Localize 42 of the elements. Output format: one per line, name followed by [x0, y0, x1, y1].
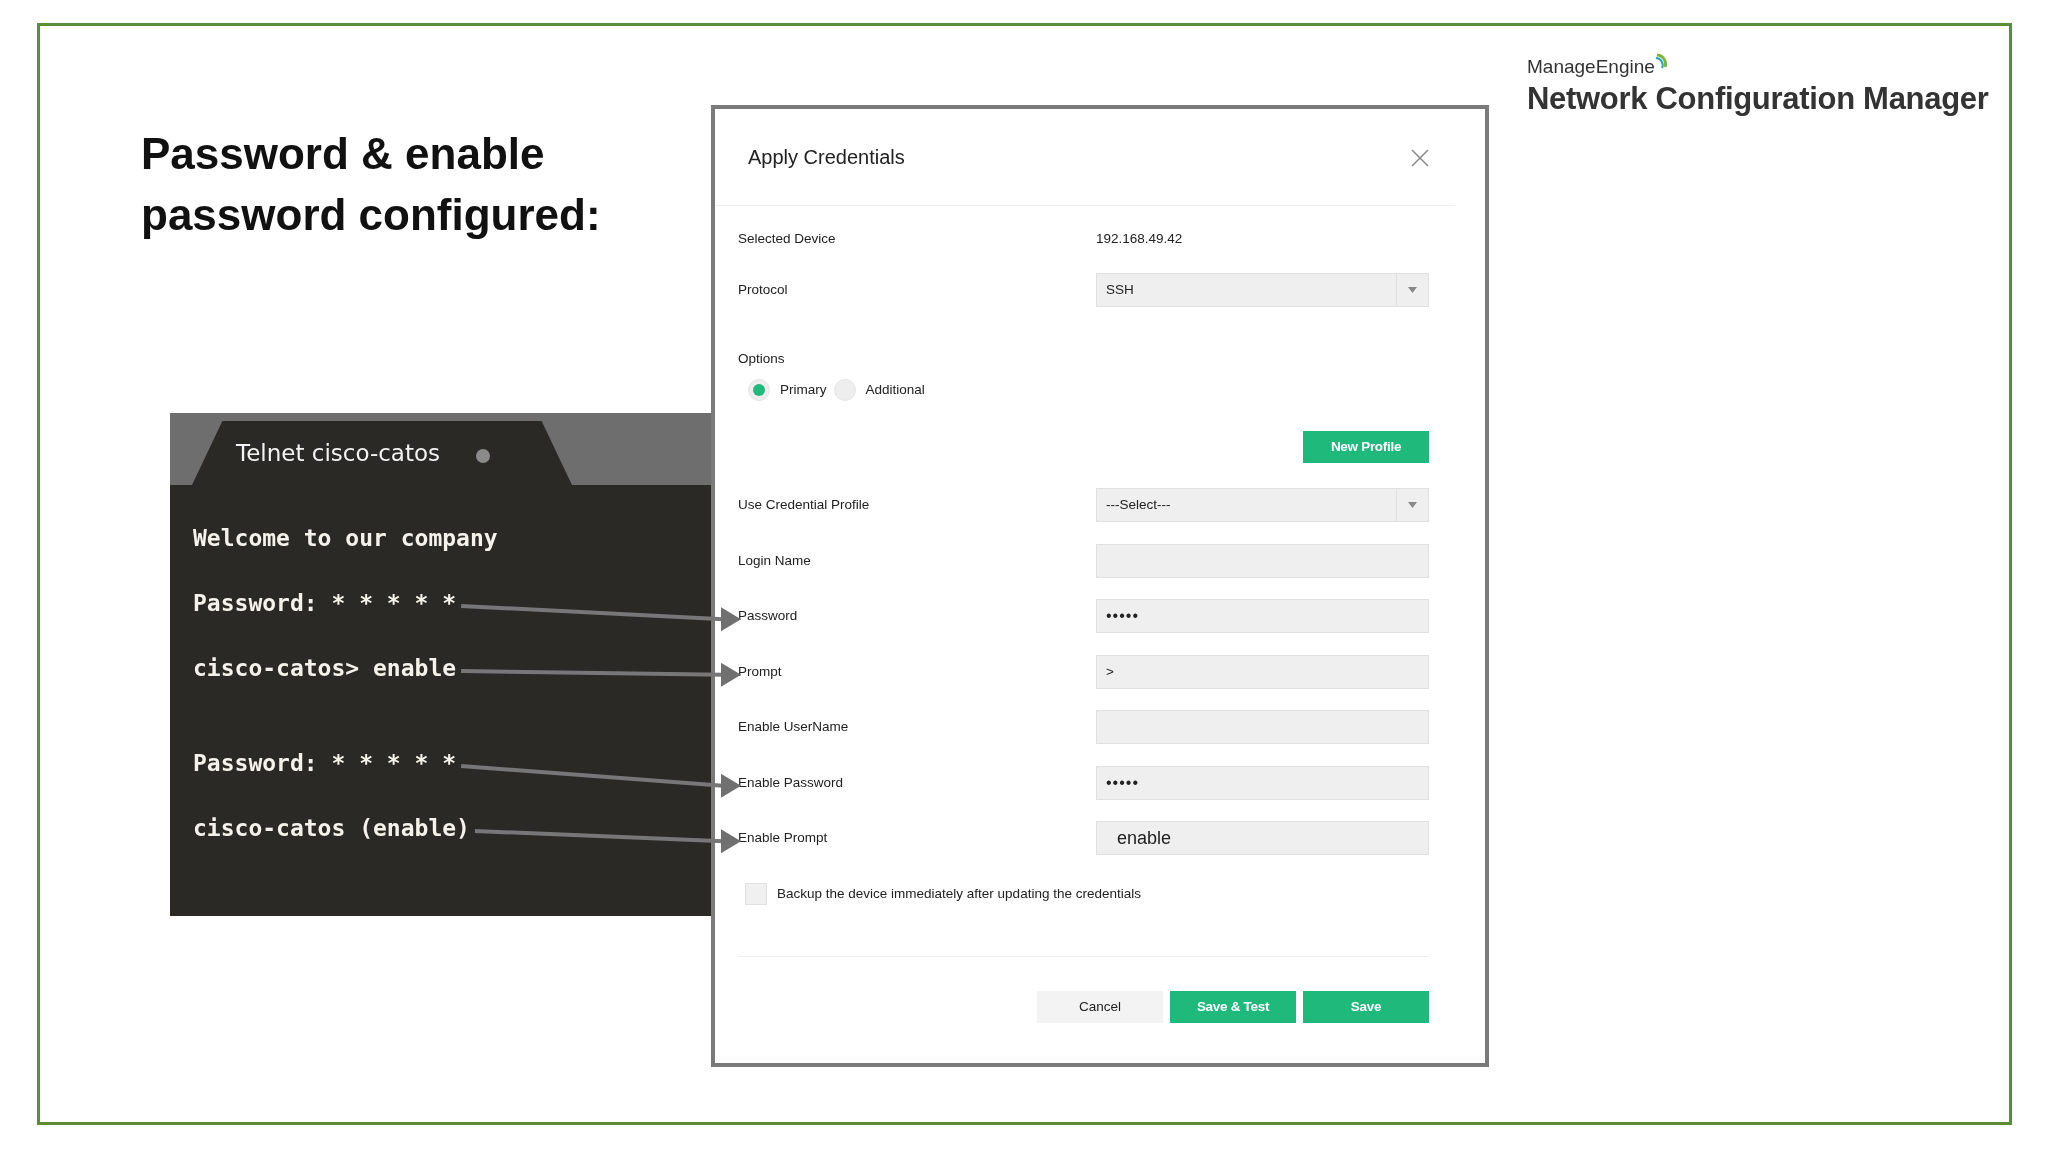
- dialog-title: Apply Credentials: [748, 145, 905, 170]
- terminal-line: Password: * * * * *: [193, 749, 457, 778]
- caret-icon: [1408, 287, 1417, 293]
- field-label: Enable UserName: [738, 718, 849, 737]
- terminal-line: Welcome to our company: [193, 524, 498, 553]
- caret-icon: [1408, 502, 1417, 509]
- input-field[interactable]: [1096, 543, 1429, 578]
- field-label: Protocol: [738, 280, 789, 299]
- terminal-line: cisco-catos (enable): [193, 814, 470, 843]
- radio-label[interactable]: Primary: [780, 380, 827, 401]
- radio-button[interactable]: [833, 379, 856, 402]
- input-field[interactable]: enable: [1096, 821, 1429, 856]
- logo-arc-icon: [1654, 53, 1667, 71]
- profile-select[interactable]: ---Select---: [1096, 488, 1429, 523]
- field-label: Password: [738, 607, 798, 626]
- product-name: Network Configuration Manager: [1527, 81, 1989, 116]
- terminal-line: Password: * * * * *: [193, 589, 457, 618]
- brand-name: ManageEngine: [1527, 55, 1655, 79]
- radio-button[interactable]: [748, 379, 770, 402]
- close-icon: [1411, 148, 1429, 167]
- dot-icon: [476, 449, 490, 463]
- field-label: Use Credential Profile: [738, 496, 870, 515]
- field-label: Enable Password: [738, 773, 844, 792]
- terminal-tab[interactable]: Telnet cisco-catos: [192, 421, 572, 485]
- password-field[interactable]: •••••: [1096, 599, 1429, 634]
- terminal-line: cisco-catos> enable: [193, 654, 457, 683]
- slide-heading: Password & enable password configured:: [141, 128, 602, 241]
- options-label: Options: [738, 351, 785, 366]
- field-label: Enable Prompt: [738, 829, 828, 848]
- input-field[interactable]: [1096, 710, 1429, 745]
- protocol-select[interactable]: SSH: [1096, 273, 1429, 307]
- tab-title: Telnet cisco-catos: [236, 438, 440, 468]
- cancel-button[interactable]: Cancel: [1037, 991, 1163, 1024]
- field-label: Login Name: [738, 551, 811, 570]
- checkbox[interactable]: [745, 883, 767, 906]
- input-field[interactable]: >: [1096, 654, 1429, 689]
- radio-label[interactable]: Additional: [865, 380, 925, 401]
- password-field[interactable]: •••••: [1096, 765, 1429, 800]
- field-label: Prompt: [738, 662, 782, 681]
- device-address: 192.168.49.42: [1096, 229, 1184, 248]
- field-label: Selected Device: [738, 229, 837, 248]
- checkbox-label: Backup the device immediately after updating the credentials: [777, 885, 1141, 904]
